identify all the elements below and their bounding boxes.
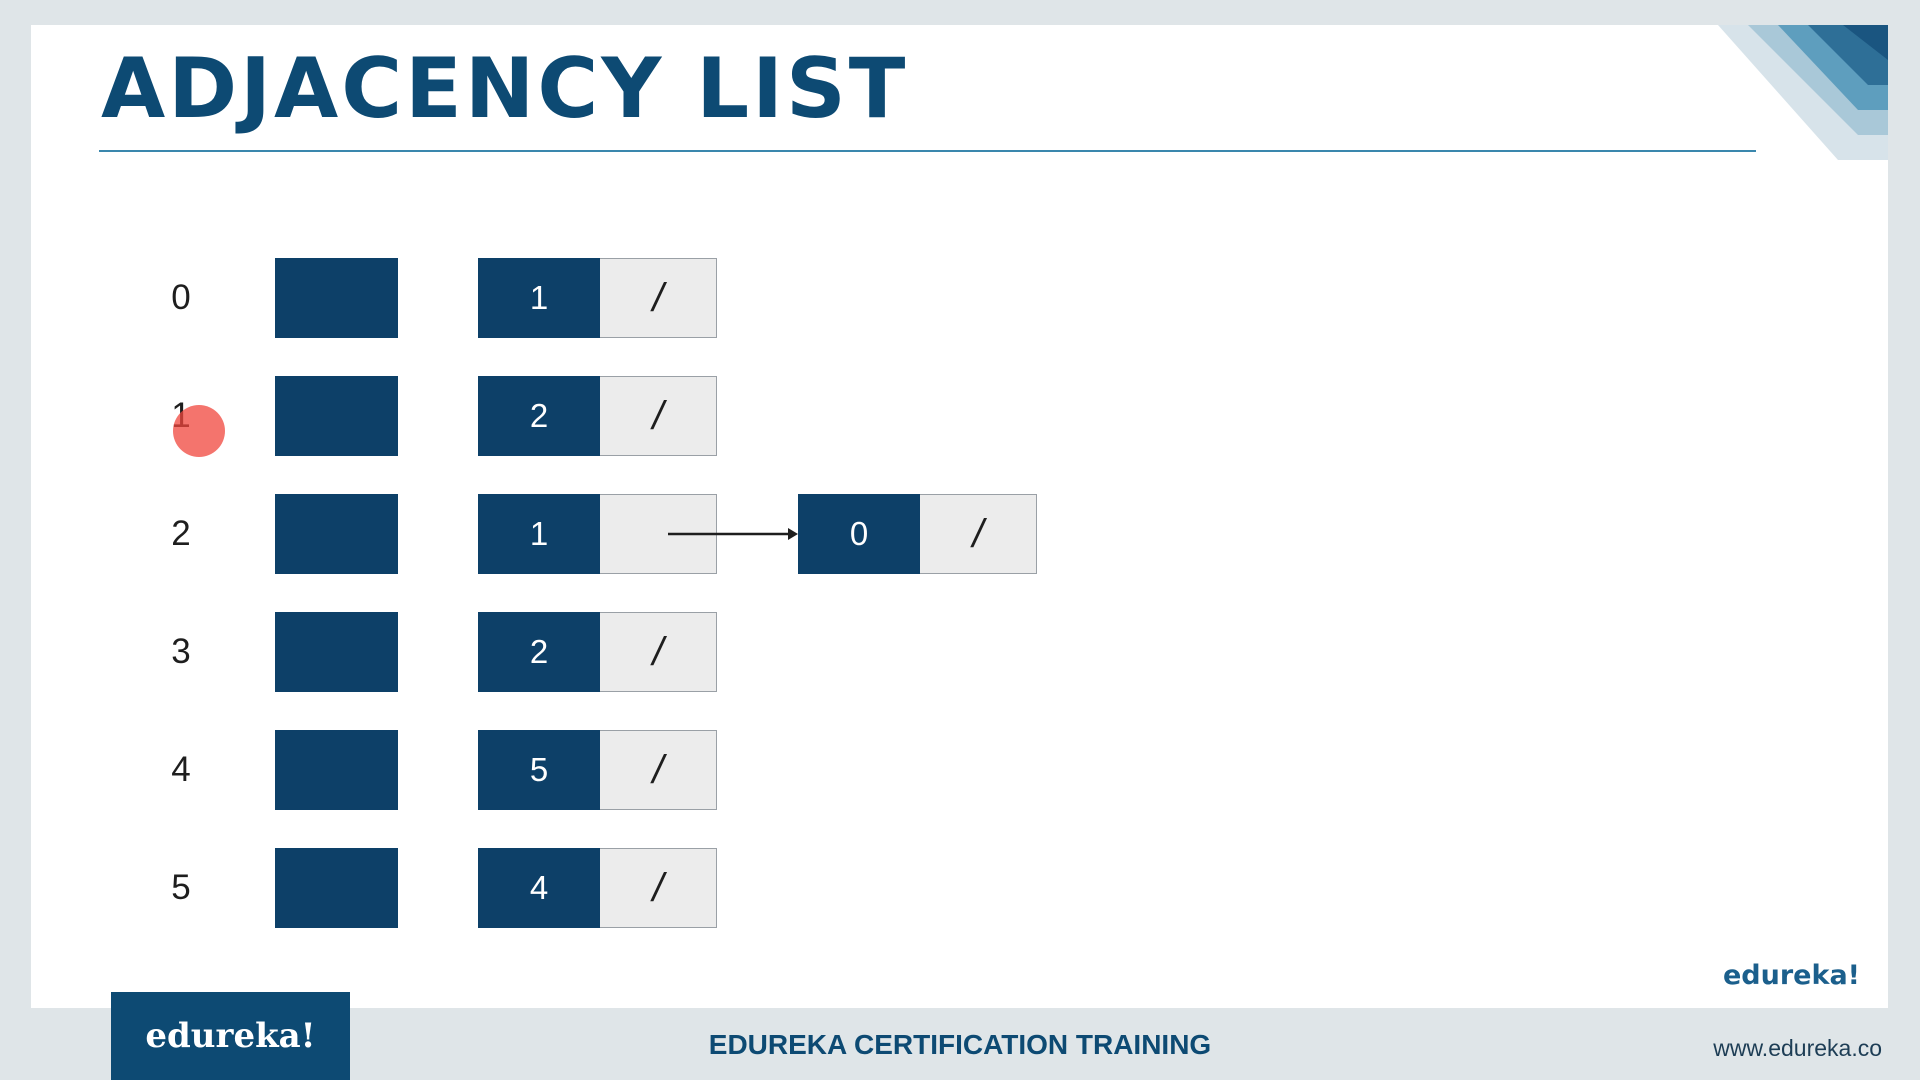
node-value: 4 — [478, 848, 600, 928]
node-next-pointer: / — [600, 376, 717, 456]
node-value: 2 — [478, 612, 600, 692]
slide-logo: edureka! — [1723, 960, 1860, 991]
node-next-pointer: / — [600, 612, 717, 692]
vertex-index: 4 — [171, 750, 191, 789]
footer-url: www.edureka.co — [1713, 1035, 1882, 1061]
footer-title: EDUREKA CERTIFICATION TRAINING — [708, 1029, 1212, 1060]
head-pointer-box — [275, 376, 398, 456]
vertex-index: 5 — [171, 868, 191, 907]
head-pointer-box — [275, 730, 398, 810]
node-value: 1 — [478, 494, 600, 574]
title-underline — [99, 150, 1756, 152]
node-value: 1 — [478, 258, 600, 338]
node-value: 0 — [798, 494, 920, 574]
node-next-pointer: / — [920, 494, 1037, 574]
list-node: 5/ — [478, 730, 717, 810]
vertex-index: 0 — [171, 278, 191, 317]
head-pointer-box — [275, 848, 398, 928]
node-next-pointer: / — [600, 848, 717, 928]
vertex-index: 3 — [171, 632, 191, 671]
head-pointer-box — [275, 258, 398, 338]
pointer-highlight — [173, 405, 225, 457]
list-node: 0/ — [798, 494, 1037, 574]
node-next-pointer: / — [600, 730, 717, 810]
list-node: 4/ — [478, 848, 717, 928]
head-pointer-box — [275, 494, 398, 574]
head-pointer-box — [275, 612, 398, 692]
list-node: 1/ — [478, 258, 717, 338]
slide: ADJACENCY LIST 01/12/210/32/45/54/ edure… — [31, 25, 1888, 1008]
node-value: 2 — [478, 376, 600, 456]
slide-title: ADJACENCY LIST — [101, 40, 909, 137]
list-node: 2/ — [478, 612, 717, 692]
corner-decoration-icon — [1718, 25, 1888, 160]
footer-logo: edureka! — [111, 992, 350, 1080]
list-node: 2/ — [478, 376, 717, 456]
node-value: 5 — [478, 730, 600, 810]
next-arrow-icon — [668, 528, 798, 540]
node-next-pointer: / — [600, 258, 717, 338]
vertex-index: 2 — [171, 514, 191, 553]
